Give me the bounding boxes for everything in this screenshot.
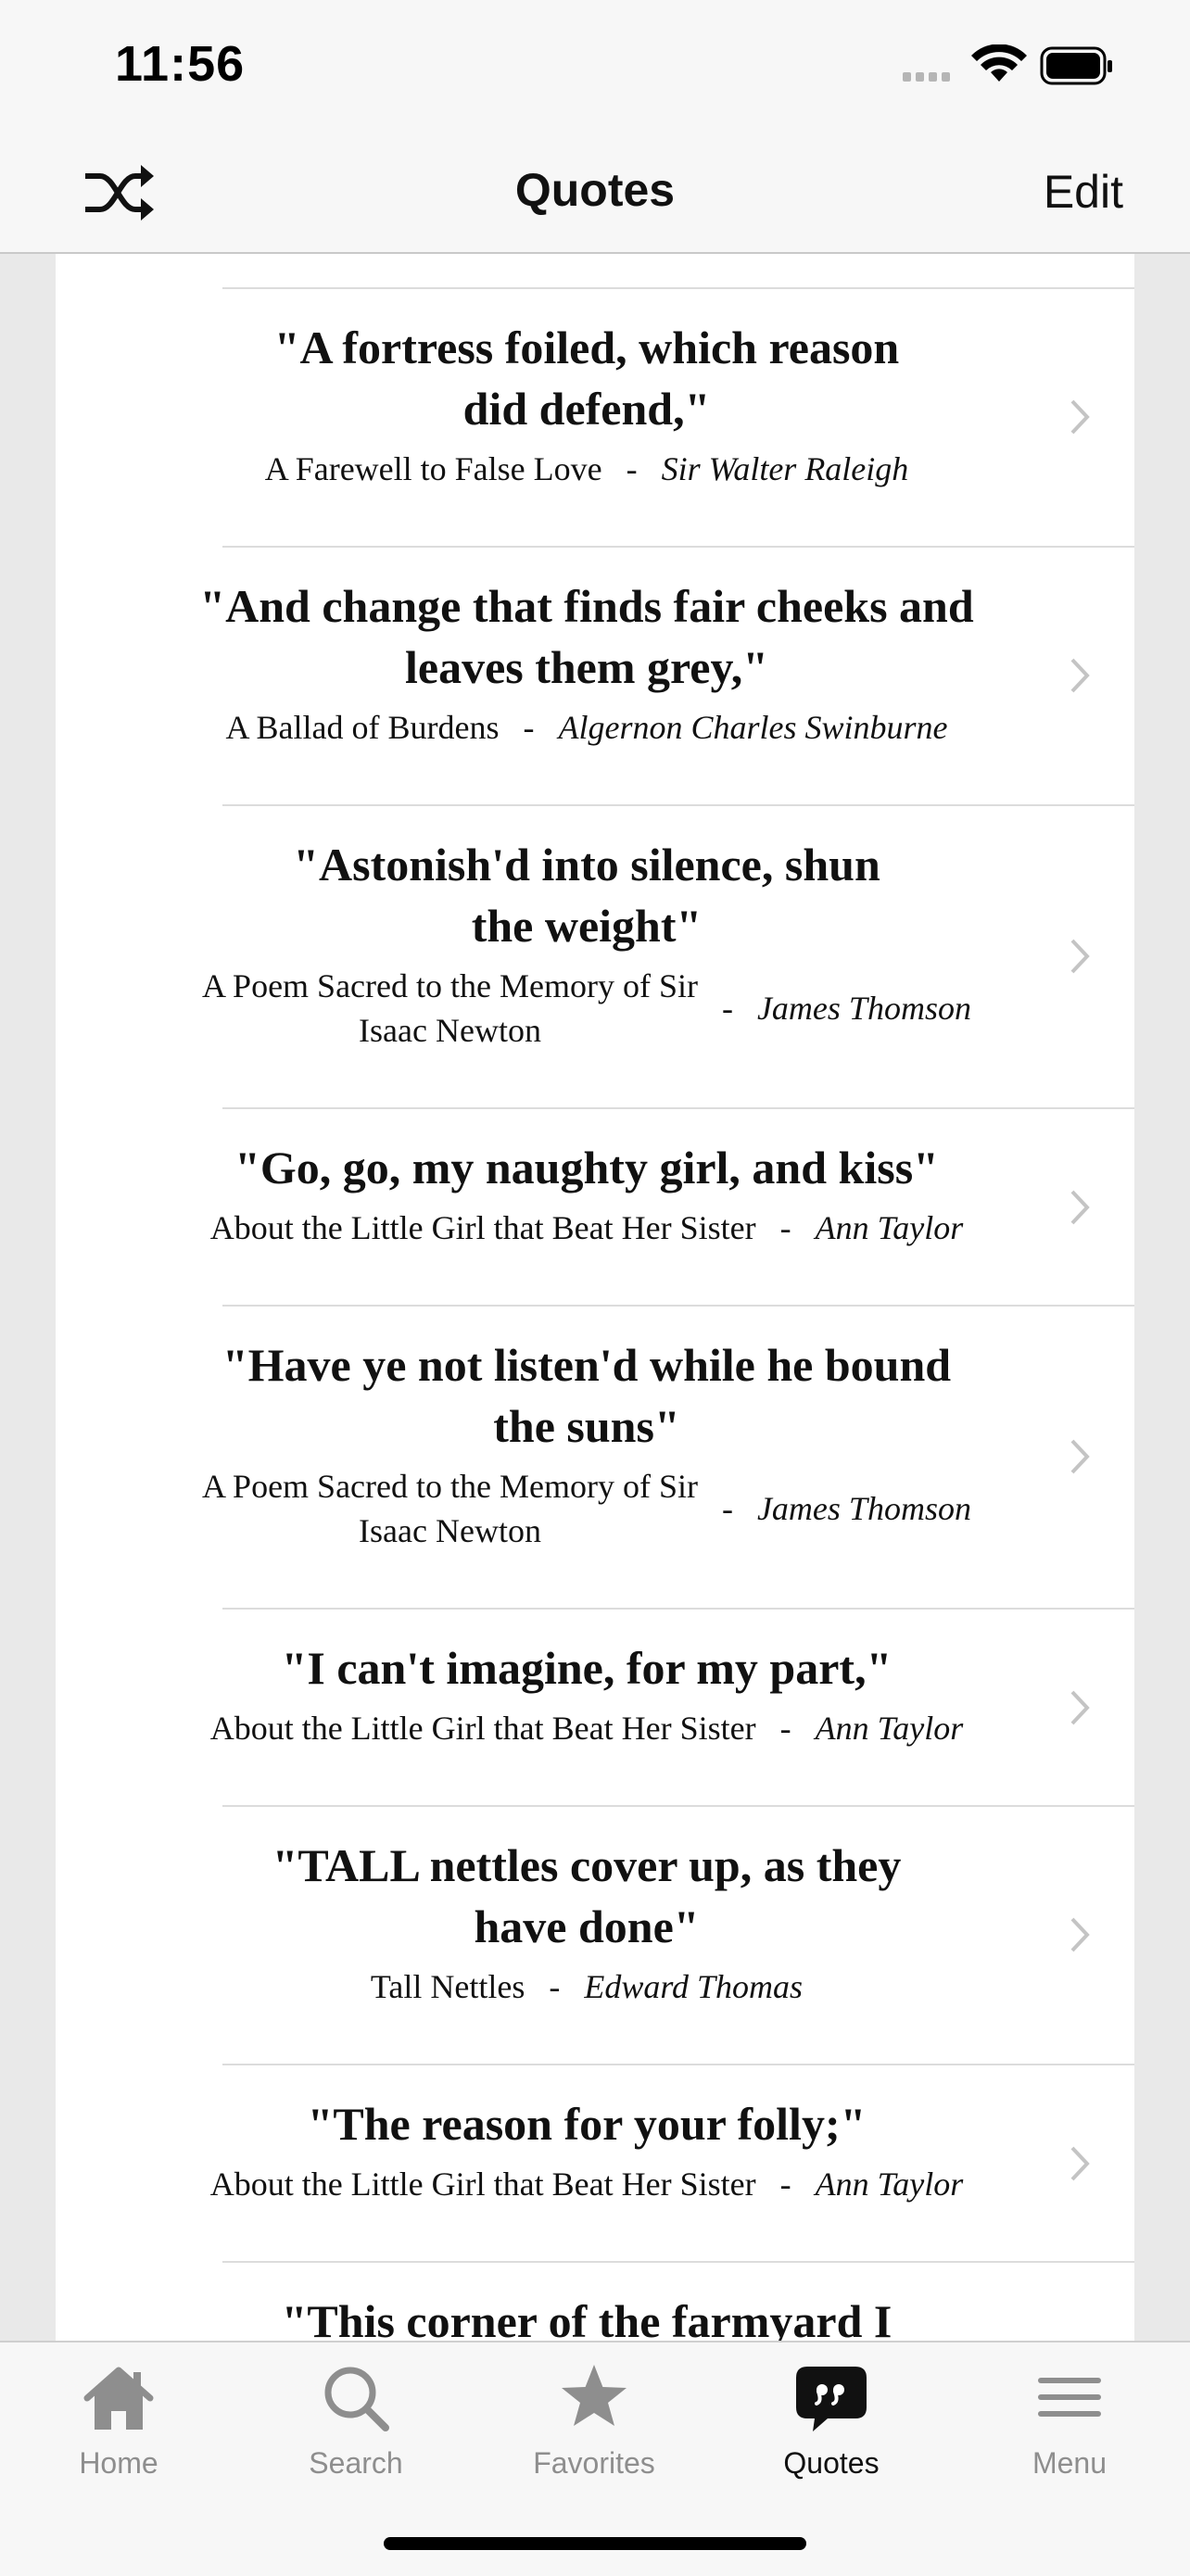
cellular-signal-icon (903, 72, 950, 82)
quote-meta: A Poem Sacred to the Memory of Sir Isaac… (93, 964, 1081, 1053)
row-separator (222, 1805, 1134, 1807)
tab-home[interactable]: Home (26, 2361, 211, 2481)
quote-list: "A fortress foiled, which reason did def… (56, 254, 1134, 2341)
status-bar: 11:56 (0, 0, 1190, 139)
quote-source: Tall Nettles (370, 1968, 525, 2005)
quote-source: About the Little Girl that Beat Her Sist… (209, 1710, 756, 1747)
row-separator (222, 1107, 1134, 1109)
edit-button[interactable]: Edit (1044, 165, 1123, 219)
chevron-right-icon (1070, 399, 1090, 435)
list-item[interactable]: "A fortress foiled, which reason did def… (56, 287, 1134, 547)
quote-source: A Ballad of Burdens (225, 709, 500, 746)
quote-meta: Tall Nettles - Edward Thomas (93, 1964, 1081, 2009)
list-item[interactable]: "This corner of the farmyard I (56, 2261, 1134, 2341)
list-item[interactable]: "I can't imagine, for my part," About th… (56, 1608, 1134, 1806)
quote-source: A Poem Sacred to the Memory of Sir Isaac… (202, 1468, 698, 1549)
row-separator (222, 287, 1134, 289)
quote-text: "This corner of the farmyard I (281, 2295, 892, 2341)
quote-meta: A Ballad of Burdens - Algernon Charles S… (93, 705, 1081, 750)
chevron-right-icon (1070, 2146, 1090, 2181)
chevron-right-icon (1070, 939, 1090, 974)
menu-icon (1038, 2378, 1101, 2417)
quote-source: About the Little Girl that Beat Her Sist… (209, 1209, 756, 1246)
quote-bubble-icon (796, 2367, 867, 2431)
quote-text: "A fortress foiled, which reason did def… (273, 322, 900, 435)
quote-text: "Astonish'd into silence, shun the weigh… (293, 839, 880, 952)
quote-text: "TALL nettles cover up, as they have don… (272, 1839, 902, 1952)
quote-author: Ann Taylor (815, 1209, 964, 1246)
wifi-icon (971, 44, 1027, 82)
row-separator (222, 546, 1134, 548)
quote-source: A Farewell to False Love (264, 450, 602, 487)
page-title: Quotes (514, 164, 676, 216)
list-item[interactable]: "Go, go, my naughty girl, and kiss" Abou… (56, 1107, 1134, 1306)
list-item[interactable]: "Have ye not listen'd while he bound the… (56, 1305, 1134, 1609)
chevron-right-icon (1070, 1190, 1090, 1225)
quote-text: "The reason for your folly;" (307, 2098, 867, 2150)
quote-source: About the Little Girl that Beat Her Sist… (209, 2166, 756, 2203)
list-item[interactable]: "TALL nettles cover up, as they have don… (56, 1805, 1134, 2065)
chevron-right-icon (1070, 658, 1090, 693)
row-separator (222, 2261, 1134, 2263)
battery-icon (1040, 46, 1112, 85)
star-icon (562, 2365, 627, 2426)
quote-author: Ann Taylor (815, 2166, 964, 2203)
quote-meta: A Poem Sacred to the Memory of Sir Isaac… (93, 1464, 1081, 1553)
search-icon (324, 2367, 389, 2431)
navigation-bar: Quotes Edit (0, 139, 1190, 254)
list-item[interactable]: "The reason for your folly;" About the L… (56, 2064, 1134, 2262)
status-icons (903, 44, 1112, 85)
quote-meta: About the Little Girl that Beat Her Sist… (93, 1206, 1081, 1250)
row-separator (222, 2064, 1134, 2065)
tab-menu[interactable]: Menu (977, 2361, 1162, 2481)
home-icon (83, 2367, 154, 2430)
tab-favorites[interactable]: Favorites (501, 2361, 687, 2481)
list-item[interactable]: "And change that finds fair cheeks and l… (56, 546, 1134, 805)
row-separator (222, 1608, 1134, 1610)
quote-text: "And change that finds fair cheeks and l… (199, 580, 974, 693)
quote-source: A Poem Sacred to the Memory of Sir Isaac… (202, 967, 698, 1049)
home-indicator (384, 2537, 806, 2550)
quote-author: James Thomson (756, 1490, 971, 1527)
status-time: 11:56 (115, 36, 246, 92)
quote-meta: About the Little Girl that Beat Her Sist… (93, 2162, 1081, 2206)
quote-text: "Have ye not listen'd while he bound the… (222, 1339, 952, 1452)
row-separator (222, 804, 1134, 806)
quote-author: James Thomson (756, 990, 971, 1027)
tab-quotes[interactable]: Quotes (739, 2361, 924, 2481)
chevron-right-icon (1070, 1439, 1090, 1474)
quote-author: Sir Walter Raleigh (661, 450, 909, 487)
quote-author: Ann Taylor (815, 1710, 964, 1747)
quote-meta: A Farewell to False Love - Sir Walter Ra… (93, 447, 1081, 491)
row-separator (222, 1305, 1134, 1307)
chevron-right-icon (1070, 1917, 1090, 1952)
quote-author: Edward Thomas (584, 1968, 804, 2005)
chevron-right-icon (1070, 1690, 1090, 1725)
quote-meta: About the Little Girl that Beat Her Sist… (93, 1706, 1081, 1750)
list-item[interactable]: "Astonish'd into silence, shun the weigh… (56, 804, 1134, 1108)
tab-search[interactable]: Search (263, 2361, 449, 2481)
quote-text: "Go, go, my naughty girl, and kiss" (234, 1142, 939, 1193)
quote-list-area[interactable]: "A fortress foiled, which reason did def… (0, 254, 1190, 2341)
quote-author: Algernon Charles Swinburne (558, 709, 948, 746)
quote-text: "I can't imagine, for my part," (281, 1642, 892, 1694)
